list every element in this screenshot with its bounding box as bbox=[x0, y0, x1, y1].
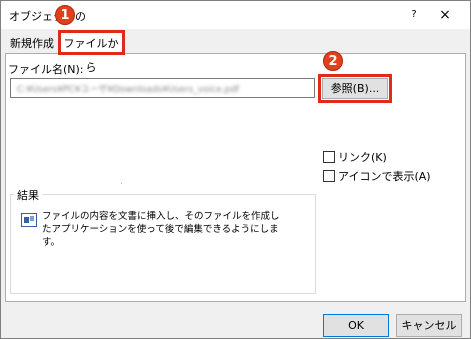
browse-highlight-box bbox=[318, 74, 392, 103]
help-button[interactable]: ? bbox=[407, 7, 421, 23]
link-checkbox-box[interactable] bbox=[323, 151, 335, 163]
close-button[interactable]: × bbox=[431, 5, 459, 25]
filename-value: C:¥Users¥PC¥ユーザ¥Downloads¥Users_voice.pd… bbox=[17, 85, 240, 95]
step-badge-2: 2 bbox=[323, 51, 343, 71]
display-as-icon-label: アイコンで表示(A) bbox=[338, 170, 431, 183]
link-checkbox[interactable]: リンク(K) bbox=[323, 151, 387, 165]
display-as-icon-checkbox[interactable]: アイコンで表示(A) bbox=[323, 170, 431, 184]
focus-dot bbox=[121, 183, 122, 184]
display-as-icon-checkbox-box[interactable] bbox=[323, 170, 335, 182]
tab-highlight-box bbox=[58, 30, 125, 55]
link-checkbox-label: リンク(K) bbox=[338, 151, 387, 164]
step-badge-1: 1 bbox=[55, 5, 75, 25]
filename-input[interactable]: C:¥Users¥PC¥ユーザ¥Downloads¥Users_voice.pd… bbox=[10, 78, 315, 98]
result-description: ファイルの内容を文書に挿入し、そのファイルを作成したアプリケーションを使って後で… bbox=[42, 211, 280, 248]
cancel-button[interactable]: キャンセル bbox=[396, 314, 462, 337]
document-object-icon bbox=[21, 213, 37, 227]
ok-button[interactable]: OK bbox=[323, 314, 389, 337]
insert-object-dialog: オブジェクトの ? × 新規作成 ファイルから ファイル名(N): C:¥Use… bbox=[0, 0, 471, 339]
tab-new[interactable]: 新規作成 bbox=[7, 34, 57, 54]
filename-label: ファイル名(N): bbox=[8, 63, 84, 76]
result-group-title: 結果 bbox=[14, 187, 42, 203]
